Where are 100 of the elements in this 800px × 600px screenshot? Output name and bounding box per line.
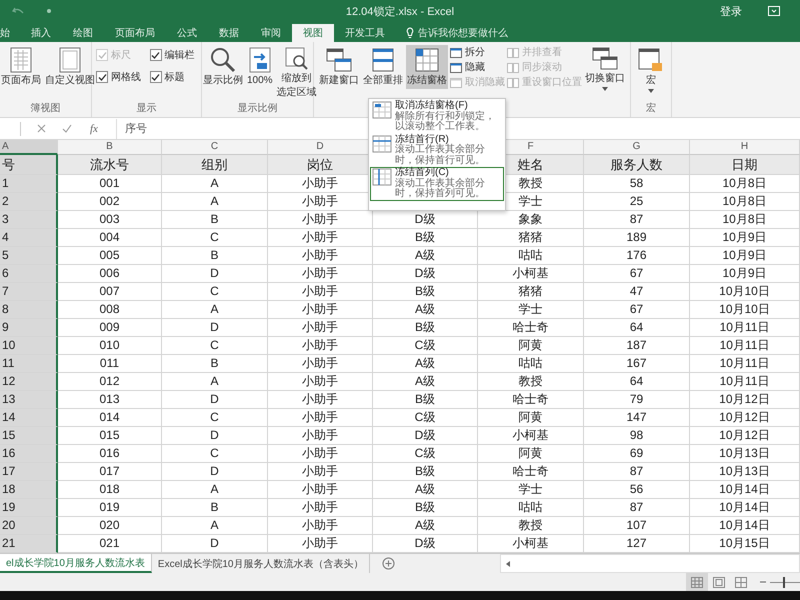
table-cell: B <box>162 355 268 373</box>
column-letter[interactable]: A <box>0 140 58 155</box>
column-letter[interactable]: G <box>584 140 690 155</box>
table-cell: 005 <box>58 247 162 265</box>
table-cell: D <box>162 265 268 283</box>
ribbon-tab[interactable]: 绘图 <box>62 24 104 42</box>
column-letter[interactable]: H <box>690 140 800 155</box>
window-button[interactable]: 新建窗口 <box>318 45 360 89</box>
table-cell: 猪猪 <box>478 283 584 301</box>
table-cell: C <box>162 409 268 427</box>
table-cell: 69 <box>584 445 690 463</box>
window-button[interactable]: 冻结窗格 <box>406 45 448 89</box>
macros-button[interactable]: 宏 <box>637 45 665 95</box>
pane-icon <box>450 48 462 58</box>
table-cell: 10月11日 <box>690 373 800 391</box>
table-cell: 小助手 <box>268 265 373 283</box>
ribbon-tab[interactable]: 公式 <box>166 24 208 42</box>
view-button[interactable] <box>686 573 708 591</box>
window-button[interactable]: 全部重排 <box>362 45 404 89</box>
page-layout-button[interactable]: 页面布局 <box>0 45 42 89</box>
table-cell: 小助手 <box>268 463 373 481</box>
ribbon-tab[interactable]: 审阅 <box>250 24 292 42</box>
ribbon-tab[interactable]: 开发工具 <box>334 24 396 42</box>
checkbox[interactable]: 网格线 <box>96 70 144 84</box>
ribbon-display-icon[interactable] <box>768 6 780 16</box>
table-cell: 4 <box>0 229 58 247</box>
table-cell: B <box>162 211 268 229</box>
zoom-button[interactable]: 显示比例 <box>202 45 244 89</box>
table-cell: D <box>162 391 268 409</box>
small-ribbon-button[interactable]: 拆分 <box>450 47 505 59</box>
table-cell: A级 <box>373 373 478 391</box>
table-cell: 学士 <box>478 481 584 499</box>
ribbon-tab[interactable]: 数据 <box>208 24 250 42</box>
table-cell: 10月8日 <box>690 211 800 229</box>
scroll-left-icon[interactable] <box>505 560 511 566</box>
horizontal-scrollbar[interactable] <box>500 554 800 573</box>
table-cell: 12 <box>0 373 58 391</box>
ribbon-tab[interactable]: 插入 <box>20 24 62 42</box>
menu-item[interactable]: 取消冻结窗格(F) 解除所有行和列锁定，以滚动整个工作表。 <box>370 100 504 134</box>
caret-icon <box>648 89 654 93</box>
add-sheet-icon[interactable] <box>382 557 396 570</box>
menu-item[interactable]: 冻结首列(C) 滚动工作表其余部分时，保持首列可见。 <box>370 167 504 200</box>
table-cell: 10月14日 <box>690 517 800 535</box>
table-cell: 13 <box>0 391 58 409</box>
small-ribbon-button[interactable]: 隐藏 <box>450 62 505 74</box>
undo-icon[interactable] <box>12 6 24 16</box>
dot-icon[interactable] <box>46 8 52 14</box>
table-cell: 7 <box>0 283 58 301</box>
table-cell: 小助手 <box>268 301 373 319</box>
table-cell: 64 <box>584 319 690 337</box>
table-cell: 87 <box>584 499 690 517</box>
table-cell: 79 <box>584 391 690 409</box>
table-cell: 象象 <box>478 211 584 229</box>
table-cell: 阿黄 <box>478 409 584 427</box>
table-cell: A级 <box>373 517 478 535</box>
custom-views-button[interactable]: 自定义视图 <box>44 45 96 89</box>
table-cell: C级 <box>373 337 478 355</box>
table-cell: A级 <box>373 301 478 319</box>
table-cell: 小助手 <box>268 355 373 373</box>
group-label: 簿视图 <box>30 102 62 116</box>
ribbon-tab[interactable]: 页面布局 <box>104 24 166 42</box>
arranged-windows-icon <box>370 47 396 73</box>
table-cell: 012 <box>58 373 162 391</box>
table-cell: 10月14日 <box>690 499 800 517</box>
sheet-tab[interactable]: el成长学院10月服务人数流水表 <box>0 554 152 573</box>
table-cell: 10 <box>0 337 58 355</box>
table-cell: 15 <box>0 427 58 445</box>
column-letter[interactable]: B <box>58 140 162 155</box>
ribbon-tab[interactable]: 始 <box>0 24 20 42</box>
zoom-100-button[interactable]: 100% <box>246 45 274 89</box>
table-cell: 咕咕 <box>478 247 584 265</box>
switch-windows-button[interactable]: 切换窗口 <box>584 45 626 93</box>
table-cell: B级 <box>373 499 478 517</box>
group-label: 显示 <box>136 102 158 116</box>
table-cell: 006 <box>58 265 162 283</box>
menu-item-description: 解除所有行和列锁定，以滚动整个工作表。 <box>395 112 496 132</box>
ribbon-tab[interactable]: 视图 <box>292 24 334 42</box>
table-cell: 10月12日 <box>690 409 800 427</box>
formula-input[interactable]: 序号 <box>116 118 345 138</box>
window-icon <box>59 47 81 73</box>
table-cell: 67 <box>584 265 690 283</box>
check-icon[interactable] <box>62 124 72 133</box>
table-cell: D <box>162 319 268 337</box>
table-cell: 小助手 <box>268 283 373 301</box>
table-cell: 10月8日 <box>690 193 800 211</box>
close-icon[interactable] <box>37 124 46 133</box>
checkbox[interactable]: 标题 <box>150 70 197 84</box>
table-cell: 10月12日 <box>690 391 800 409</box>
tell-me-field[interactable]: 告诉我你想要做什么 <box>396 24 508 42</box>
table-cell: A <box>162 481 268 499</box>
column-letter[interactable]: C <box>162 140 268 155</box>
insert-function-button[interactable]: fx <box>82 122 106 134</box>
checkbox[interactable]: 编辑栏 <box>150 48 197 62</box>
table-cell: 服务人数 <box>584 155 690 175</box>
table-cell: 组别 <box>162 155 268 175</box>
table-cell: 25 <box>584 193 690 211</box>
zoom-to-selection-button[interactable]: 缩放到 选定区域 <box>276 45 318 101</box>
sign-in-button[interactable]: 登录 <box>720 4 742 18</box>
table-cell: 10月9日 <box>690 229 800 247</box>
table-cell: 小助手 <box>268 229 373 247</box>
